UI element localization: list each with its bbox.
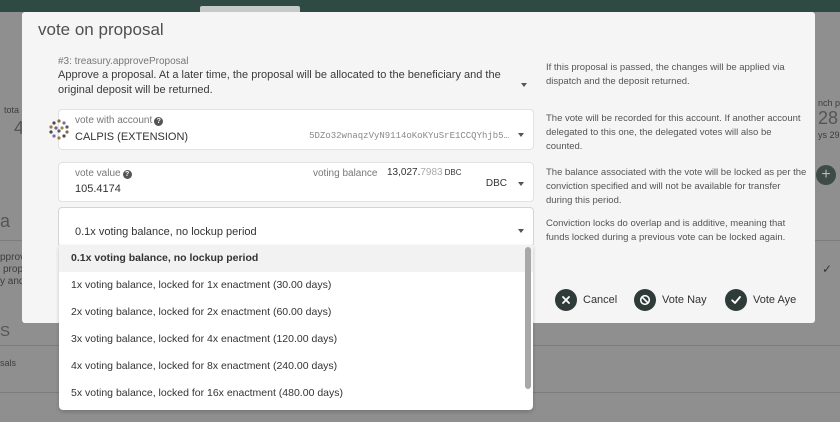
vote-value-input[interactable]: vote value? 105.4174 voting balance 13,0… [58,162,534,202]
bg-row-text-3: y and [0,276,25,287]
bg-divider [815,240,840,241]
vote-aye-button[interactable]: Vote Aye [725,288,796,312]
account-select[interactable]: vote with account? CALPIS (EXTENSION) 5D… [58,109,534,150]
bg-section-sub: sals [0,358,17,368]
conviction-dropdown-menu: 0.1x voting balance, no lockup period 1x… [59,245,533,410]
conviction-option[interactable]: 3x voting balance, locked for 4x enactme… [59,326,533,353]
question-icon[interactable]: ? [154,117,164,126]
unit-select[interactable]: DBC [486,178,507,189]
proposal-label: #3: treasury.approveProposal [58,56,189,67]
ban-icon [634,289,656,311]
question-icon[interactable]: ? [122,170,132,179]
vote-nay-label: Vote Nay [662,294,707,306]
vote-nay-button[interactable]: Vote Nay [634,288,707,312]
caret-down-icon [518,133,524,137]
conviction-option[interactable]: 5x voting balance, locked for 16x enactm… [59,380,533,407]
add-icon[interactable]: + [816,165,836,185]
account-help: The vote will be recorded for this accou… [546,113,801,152]
cancel-button-label: Cancel [583,294,618,306]
account-avatar-icon [49,119,69,140]
account-name: CALPIS (EXTENSION) [75,131,189,143]
modal-title: vote on proposal [38,20,164,39]
cancel-button[interactable]: Cancel [555,288,617,312]
vote-value-label: vote value? [75,168,132,179]
account-address: 5DZo32wnaqzVyN9114oKoKYuSrE1CCQYhjb5… [309,131,509,141]
value-help: The balance associated with the vote wil… [546,167,807,206]
bg-heading: a [0,211,11,231]
conviction-option[interactable]: 4x voting balance, locked for 8x enactme… [59,353,533,380]
conviction-option[interactable]: 0.1x voting balance, no lockup period [59,245,533,272]
caret-down-icon [518,182,524,186]
caret-down-icon [518,229,524,233]
conviction-option[interactable]: 1x voting balance, locked for 1x enactme… [59,272,533,299]
bg-divider [0,240,22,241]
caret-down-icon [521,83,527,87]
app-topbar [0,0,840,12]
conviction-select[interactable]: 0.1x voting balance, no lockup period [58,207,534,247]
proposal-help: If this proposal is passed, the changes … [546,62,785,87]
voting-balance-value: 13,027.7983 DBC [387,167,462,178]
bg-label-total: tota [4,105,20,115]
proposal-description: Approve a proposal. At a later time, the… [58,69,501,96]
bg-launch-days: ys 29 [818,130,840,140]
vote-value-amount[interactable]: 105.4174 [75,183,121,195]
close-icon [555,289,577,311]
conviction-selected: 0.1x voting balance, no lockup period [75,226,257,238]
bg-launch-value: 28 d [818,108,840,128]
bg-section-heading: S [0,323,11,340]
voting-balance-label: voting balance [313,168,378,179]
conviction-help: Conviction locks do overlap and is addit… [546,218,786,243]
bg-row-text-2: prop [3,264,24,275]
dropdown-scrollbar[interactable] [525,247,531,389]
check-icon [725,289,747,311]
conviction-option[interactable]: 2x voting balance, locked for 2x enactme… [59,299,533,326]
vote-aye-label: Vote Aye [753,294,797,306]
account-label: vote with account? [75,115,164,126]
bg-launch-label: nch p [818,98,840,108]
check-icon: ✓ [822,262,833,276]
proposal-select[interactable]: #3: treasury.approveProposal Approve a p… [58,56,534,102]
